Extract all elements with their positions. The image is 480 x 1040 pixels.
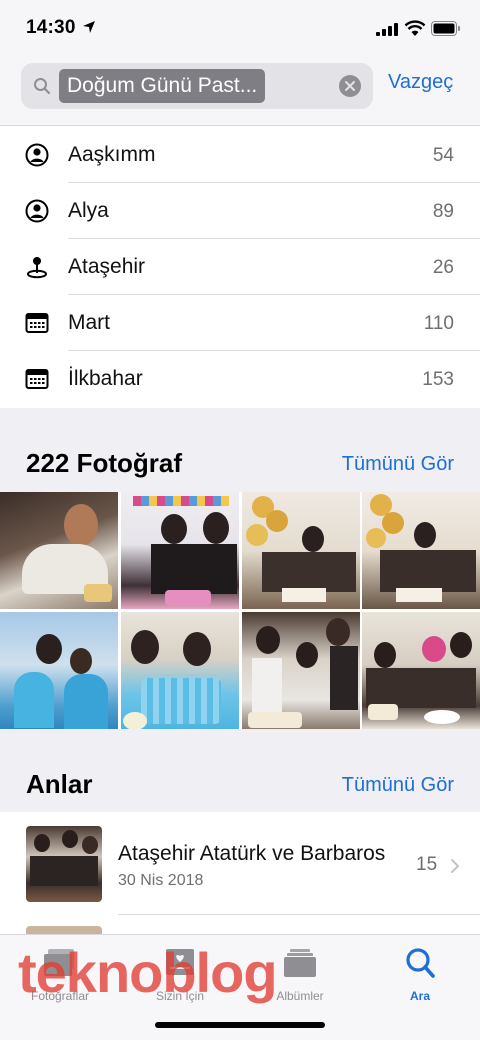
photo-thumbnail[interactable] [121,492,239,609]
moments-see-all-link[interactable]: Tümünü Gör [342,774,454,797]
photo-thumbnail[interactable] [242,492,360,609]
search-header: Doğum Günü Past... Vazgeç [0,58,480,126]
moment-thumbnail [26,826,102,902]
suggestion-row[interactable]: İlkbahar 153 [0,351,480,407]
suggestion-row[interactable]: Mart 110 [0,295,480,351]
suggestion-count: 54 [432,145,454,166]
photo-thumbnail[interactable] [242,612,360,729]
person-circle-icon [25,199,49,223]
suggestion-label: Aaşkımm [68,143,156,166]
home-indicator[interactable] [155,1022,325,1028]
status-bar: 14:30 [0,0,480,58]
suggestion-count: 110 [423,313,454,334]
suggestion-label: Mart [68,311,110,334]
search-icon [34,78,51,95]
suggestion-label: İlkbahar [68,367,143,390]
suggestion-row[interactable]: Aaşkımm 54 [0,127,480,183]
suggestion-label: Alya [68,199,109,222]
suggestion-count: 89 [432,201,454,222]
photo-thumbnail[interactable] [362,612,480,729]
photos-section-title: 222 Fotoğraf [26,448,183,478]
moment-row[interactable]: Ataşehir Atatürk ve Barbaros 30 Nis 2018… [0,812,480,915]
moment-date: 30 Nis 2018 [118,872,204,889]
location-pin-icon [27,257,47,279]
suggestion-row[interactable]: Alya 89 [0,183,480,239]
clear-search-button[interactable] [339,75,361,97]
tab-label: Ara [409,989,430,1003]
cellular-signal-icon [376,23,398,36]
photo-thumbnail[interactable] [362,492,480,609]
divider [118,914,480,915]
suggestion-row[interactable]: Ataşehir 26 [0,239,480,295]
wifi-icon [404,20,426,36]
photo-thumbnail[interactable] [0,492,118,609]
photo-thumbnail[interactable] [121,612,239,729]
tab-search[interactable]: Ara [372,943,468,1007]
chevron-right-icon [451,859,459,873]
albums-icon [284,949,316,977]
watermark-logo: teknoblog [18,941,278,1004]
person-circle-icon [25,143,49,167]
search-token[interactable]: Doğum Günü Past... [59,69,266,103]
photos-see-all-link[interactable]: Tümünü Gör [342,453,454,476]
location-arrow-icon [83,21,95,33]
status-time: 14:30 [26,17,76,38]
calendar-icon [25,369,49,389]
battery-icon [431,21,460,36]
moment-count: 15 [416,854,438,875]
search-icon [406,948,435,978]
photo-thumbnail[interactable] [0,612,118,729]
suggestion-count: 26 [432,257,454,278]
suggestion-label: Ataşehir [68,255,146,278]
search-field[interactable]: Doğum Günü Past... [21,63,373,109]
suggestion-count: 153 [422,369,454,390]
moments-section-title: Anlar [26,769,93,799]
cancel-button[interactable]: Vazgeç [388,71,453,94]
close-icon [345,81,355,91]
moment-title: Ataşehir Atatürk ve Barbaros [118,842,386,865]
suggestions-list: Aaşkımm 54 Alya 89 Ataşehir 26 Mart 110 … [0,127,480,407]
calendar-icon [25,313,49,333]
